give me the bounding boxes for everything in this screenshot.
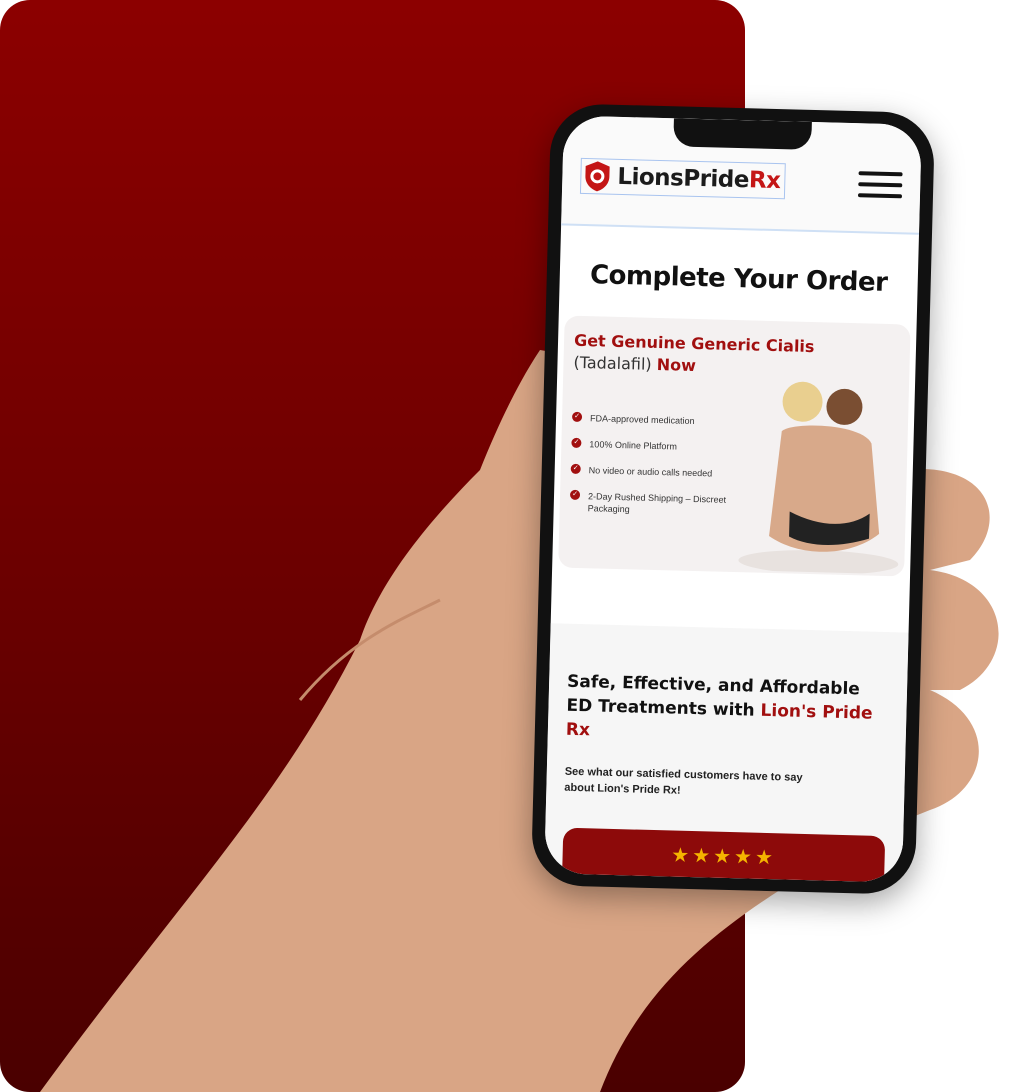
brand-name-accent: Rx [748, 167, 781, 195]
phone-device: LionsPrideRx Complete Your Order Get Gen… [530, 103, 936, 895]
star-rating-icon: ★★★★★ [671, 844, 777, 870]
feature-text: 2-Day Rushed Shipping – Discreet Packagi… [587, 491, 727, 515]
feature-item: ✓ FDA-approved medication [571, 411, 752, 429]
offer-headline-drug: (Tadalafil) [573, 352, 657, 374]
brand-logo[interactable]: LionsPrideRx [579, 157, 786, 200]
feature-item: ✓ No video or audio calls needed [570, 463, 751, 481]
feature-text: No video or audio calls needed [588, 465, 713, 479]
phone-screen: LionsPrideRx Complete Your Order Get Gen… [544, 115, 922, 883]
testimonials-heading: Safe, Effective, and Affordable ED Treat… [566, 670, 890, 750]
page-title: Complete Your Order [589, 260, 888, 298]
feature-list: ✓ FDA-approved medication ✓ 100% Online Pl… [569, 411, 752, 533]
offer-card: Get Genuine Generic Cialis (Tadalafil) No… [558, 315, 911, 577]
check-icon: ✓ [571, 411, 583, 423]
lion-shield-icon [585, 161, 610, 192]
offer-headline-part1: Get Genuine Generic Cialis [573, 330, 815, 357]
check-icon: ✓ [571, 437, 582, 449]
feature-item: ✓ 2-Day Rushed Shipping – Discreet Packag… [569, 489, 751, 519]
testimonials-subtitle: See what our satisfied customers have to… [564, 765, 803, 797]
phone-notch [673, 118, 812, 150]
hamburger-menu-icon[interactable] [857, 171, 903, 199]
feature-text: 100% Online Platform [589, 439, 678, 452]
feature-text: FDA-approved medication [589, 413, 695, 426]
check-icon: ✓ [570, 463, 581, 475]
offer-headline-now: Now [656, 354, 697, 375]
couple-photo [738, 381, 899, 575]
feature-item: ✓ 100% Online Platform [571, 437, 751, 455]
review-card: ★★★★★ [561, 827, 886, 883]
check-icon: ✓ [569, 489, 581, 500]
brand-name-main: LionsPride [617, 163, 750, 194]
brand-name: LionsPrideRx [617, 164, 781, 194]
